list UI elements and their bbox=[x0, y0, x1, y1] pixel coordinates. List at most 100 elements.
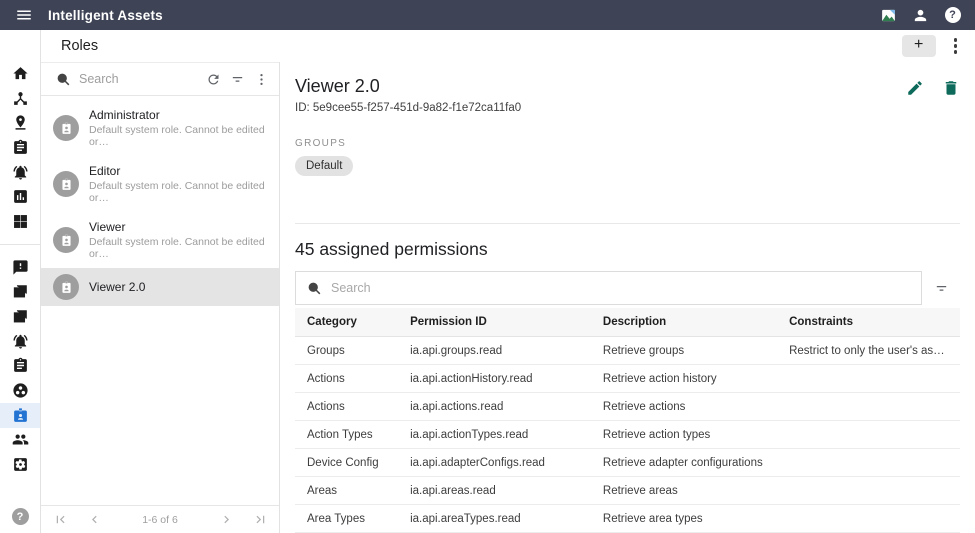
refresh-icon[interactable] bbox=[205, 71, 221, 87]
cell-permission-id: ia.api.areaTypes.read bbox=[398, 505, 591, 533]
column-header-category[interactable]: Category bbox=[295, 308, 398, 337]
role-list-item[interactable]: Viewer Default system role. Cannot be ed… bbox=[41, 212, 279, 268]
cell-category: Areas bbox=[295, 477, 398, 505]
sidebar-item-asset-groups[interactable] bbox=[0, 378, 40, 403]
help-icon: ? bbox=[12, 508, 29, 525]
bar-chart-icon bbox=[12, 188, 29, 205]
groups-label: GROUPS bbox=[295, 138, 960, 149]
sidebar-item-site-maps[interactable] bbox=[0, 280, 40, 305]
sidebar-item-home[interactable] bbox=[0, 61, 40, 86]
app-window: Intelligent Assets ? bbox=[0, 0, 975, 533]
column-header-constraints[interactable]: Constraints bbox=[777, 308, 960, 337]
permissions-heading: 45 assigned permissions bbox=[295, 239, 960, 260]
next-page-icon[interactable] bbox=[217, 511, 235, 529]
people-icon bbox=[12, 431, 29, 448]
table-row[interactable]: Action Types ia.api.actionTypes.read Ret… bbox=[295, 421, 960, 449]
filter-icon[interactable] bbox=[922, 271, 960, 305]
role-detail-panel: Viewer 2.0 ID: 5e9cee55-f257-451d-9a82-f… bbox=[280, 62, 975, 533]
sidebar-item-messages[interactable] bbox=[0, 255, 40, 280]
cell-permission-id: ia.api.actionTypes.read bbox=[398, 421, 591, 449]
broken-image-icon[interactable] bbox=[880, 7, 897, 24]
roles-search-input[interactable] bbox=[79, 72, 197, 86]
sidebar-item-settings[interactable] bbox=[0, 452, 40, 477]
group-chip[interactable]: Default bbox=[295, 156, 353, 176]
role-list-item[interactable]: Editor Default system role. Cannot be ed… bbox=[41, 156, 279, 212]
table-header-row: Category Permission ID Description Const… bbox=[295, 308, 960, 337]
table-row[interactable]: Actions ia.api.actionHistory.read Retrie… bbox=[295, 365, 960, 393]
framed-pin-icon bbox=[12, 283, 29, 300]
role-name: Administrator bbox=[89, 108, 267, 122]
home-icon bbox=[12, 65, 29, 82]
message-alert-icon bbox=[12, 259, 29, 276]
page-header: Roles + bbox=[41, 30, 975, 62]
search-icon bbox=[55, 71, 71, 87]
cell-permission-id: ia.api.actions.read bbox=[398, 393, 591, 421]
table-row[interactable]: Groups ia.api.groups.read Retrieve group… bbox=[295, 337, 960, 365]
role-name: Viewer 2.0 bbox=[89, 280, 145, 294]
page-header-actions: + bbox=[902, 35, 961, 57]
cell-constraints bbox=[777, 393, 960, 421]
previous-page-icon[interactable] bbox=[85, 511, 103, 529]
sidebar-item-alerts[interactable] bbox=[0, 160, 40, 185]
sidebar-item-work-orders[interactable] bbox=[0, 354, 40, 379]
role-text: Viewer 2.0 bbox=[89, 280, 145, 294]
help-icon[interactable]: ? bbox=[944, 7, 961, 24]
sidebar-item-users[interactable] bbox=[0, 428, 40, 453]
sidebar-item-gallery[interactable] bbox=[0, 304, 40, 329]
hamburger-menu-icon[interactable] bbox=[14, 5, 34, 25]
cell-description: Retrieve action types bbox=[591, 421, 777, 449]
filter-icon[interactable] bbox=[229, 71, 245, 87]
detail-title-block: Viewer 2.0 ID: 5e9cee55-f257-451d-9a82-f… bbox=[295, 76, 521, 114]
cell-constraints bbox=[777, 477, 960, 505]
search-icon bbox=[306, 280, 322, 296]
section-divider bbox=[295, 223, 960, 224]
sidebar-item-dashboard[interactable] bbox=[0, 209, 40, 234]
hierarchy-icon bbox=[12, 90, 29, 107]
cell-category: Actions bbox=[295, 365, 398, 393]
cell-constraints bbox=[777, 421, 960, 449]
top-app-bar: Intelligent Assets ? bbox=[0, 0, 975, 30]
cell-description: Retrieve groups bbox=[591, 337, 777, 365]
groups-section: GROUPS Default bbox=[295, 138, 960, 176]
table-row[interactable]: Actions ia.api.actions.read Retrieve act… bbox=[295, 393, 960, 421]
kebab-menu-icon[interactable] bbox=[950, 36, 961, 55]
sidebar-item-roles[interactable] bbox=[0, 403, 40, 428]
role-title: Viewer 2.0 bbox=[295, 76, 521, 97]
cell-permission-id: ia.api.areas.read bbox=[398, 477, 591, 505]
kebab-menu-icon[interactable] bbox=[253, 71, 269, 87]
edit-icon[interactable] bbox=[906, 79, 924, 97]
sidebar-rail: ? bbox=[0, 30, 41, 533]
table-row[interactable]: Area Types ia.api.areaTypes.read Retriev… bbox=[295, 505, 960, 533]
role-list-item-selected[interactable]: Viewer 2.0 bbox=[41, 268, 279, 306]
last-page-icon[interactable] bbox=[251, 511, 269, 529]
permissions-table: Category Permission ID Description Const… bbox=[295, 308, 960, 533]
person-icon[interactable] bbox=[912, 7, 929, 24]
sidebar-item-reports[interactable] bbox=[0, 184, 40, 209]
table-row[interactable]: Device Config ia.api.adapterConfigs.read… bbox=[295, 449, 960, 477]
role-list-item[interactable]: Administrator Default system role. Canno… bbox=[41, 100, 279, 156]
role-description: Default system role. Cannot be edited or… bbox=[89, 236, 267, 260]
cell-permission-id: ia.api.adapterConfigs.read bbox=[398, 449, 591, 477]
permissions-search-input[interactable] bbox=[331, 281, 911, 295]
first-page-icon[interactable] bbox=[51, 511, 69, 529]
table-row[interactable]: Areas ia.api.areas.read Retrieve areas bbox=[295, 477, 960, 505]
sidebar-item-locations[interactable] bbox=[0, 110, 40, 135]
cell-constraints bbox=[777, 449, 960, 477]
cell-constraints bbox=[777, 365, 960, 393]
sidebar-item-notifications[interactable] bbox=[0, 329, 40, 354]
sidebar-help[interactable]: ? bbox=[0, 508, 40, 525]
role-description: Default system role. Cannot be edited or… bbox=[89, 124, 267, 148]
cell-category: Action Types bbox=[295, 421, 398, 449]
delete-icon[interactable] bbox=[942, 79, 960, 97]
role-text: Viewer Default system role. Cannot be ed… bbox=[89, 220, 267, 260]
column-header-permission-id[interactable]: Permission ID bbox=[398, 308, 591, 337]
roles-search-bar bbox=[41, 62, 279, 96]
cell-description: Retrieve actions bbox=[591, 393, 777, 421]
role-avatar bbox=[53, 115, 79, 141]
add-role-button[interactable]: + bbox=[902, 35, 936, 57]
role-name: Viewer bbox=[89, 220, 267, 234]
column-header-description[interactable]: Description bbox=[591, 308, 777, 337]
sidebar-item-hierarchy[interactable] bbox=[0, 86, 40, 111]
sidebar-item-tasks[interactable] bbox=[0, 135, 40, 160]
pin-drop-icon bbox=[12, 114, 29, 131]
